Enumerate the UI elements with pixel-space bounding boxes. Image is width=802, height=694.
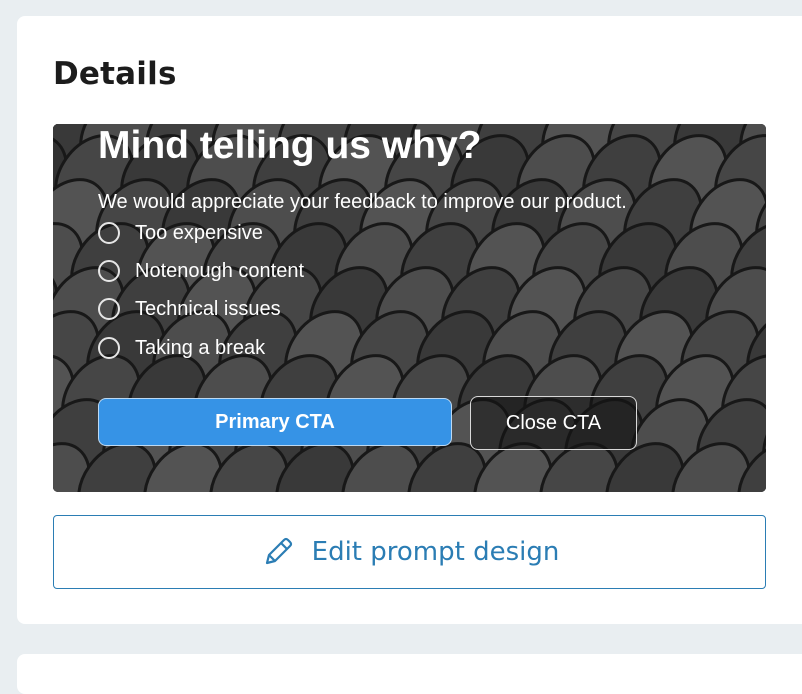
pencil-icon (260, 534, 296, 570)
option-not-enough-content[interactable]: Notenough content (98, 257, 304, 285)
option-label: Notenough content (135, 260, 304, 283)
primary-cta-button[interactable]: Primary CTA (98, 398, 452, 446)
details-card: Details Mind telling us why? We would ap… (17, 16, 802, 624)
edit-prompt-design-label: Edit prompt design (312, 537, 560, 567)
option-label: Taking a break (135, 337, 265, 360)
details-title: Details (53, 56, 177, 92)
option-technical-issues[interactable]: Technical issues (98, 295, 281, 323)
next-card (17, 654, 802, 694)
prompt-preview: Mind telling us why? We would appreciate… (53, 124, 766, 492)
radio-button[interactable] (98, 222, 120, 244)
edit-prompt-design-button[interactable]: Edit prompt design (53, 515, 766, 589)
radio-button[interactable] (98, 260, 120, 282)
prompt-subtitle: We would appreciate your feedback to imp… (98, 191, 627, 214)
option-label: Technical issues (135, 298, 281, 321)
radio-button[interactable] (98, 337, 120, 359)
prompt-headline: Mind telling us why? (98, 124, 482, 168)
close-cta-button[interactable]: Close CTA (470, 396, 637, 450)
option-taking-a-break[interactable]: Taking a break (98, 334, 265, 362)
option-too-expensive[interactable]: Too expensive (98, 219, 263, 247)
radio-button[interactable] (98, 298, 120, 320)
option-label: Too expensive (135, 222, 263, 245)
